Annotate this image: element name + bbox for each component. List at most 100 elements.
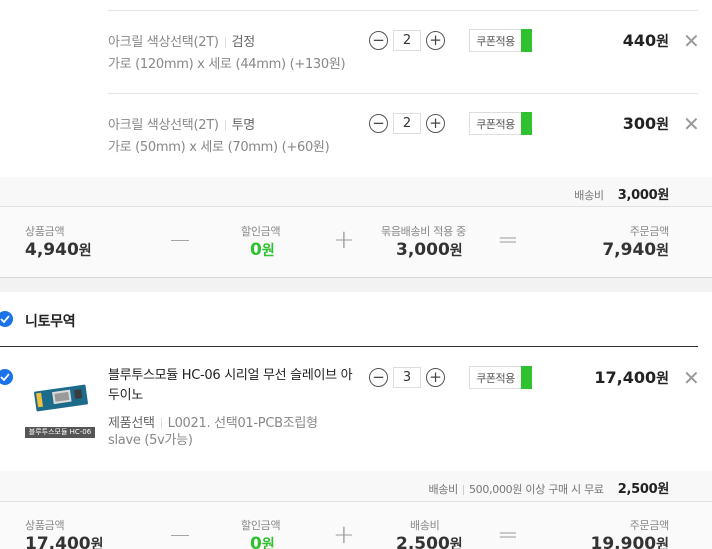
shipping-amount: 3,000원 <box>617 188 670 203</box>
discount-label: 할인금액 <box>241 519 281 532</box>
discount-amount: 0 <box>250 534 262 549</box>
thumbnail-caption: 블루투스모듈 HC-06 <box>25 427 95 438</box>
option-separator <box>224 37 226 48</box>
plus-button[interactable]: + <box>426 31 445 50</box>
quantity-input[interactable]: 2 <box>393 30 421 51</box>
minus-button[interactable]: − <box>369 31 388 50</box>
seller-checkbox[interactable] <box>0 311 13 327</box>
price-unit: 원 <box>656 371 669 387</box>
currency-unit: 원 <box>449 537 463 549</box>
section-gap <box>0 278 712 292</box>
price-value: 300 <box>622 114 657 133</box>
product-thumbnail[interactable]: 블루투스모듈 HC-06 <box>25 368 95 440</box>
coupon-indicator <box>521 29 532 52</box>
item-checkbox[interactable] <box>0 369 13 385</box>
price-unit: 원 <box>656 34 669 50</box>
product-total-amount: 17,400 <box>25 534 91 549</box>
quantity-stepper: − 2 + <box>369 113 445 134</box>
shipping-total-label: 배송비 <box>410 519 440 532</box>
coupon-indicator <box>521 112 532 135</box>
currency-unit: 원 <box>449 243 463 259</box>
seller-name: 니토무역 <box>25 314 76 330</box>
discount-amount: 0 <box>250 240 262 260</box>
option-detail: 가로 (120mm) x 세로 (44mm) (+130원) <box>108 57 346 72</box>
quantity-stepper: − 3 + <box>369 367 445 388</box>
quantity-stepper: − 2 + <box>369 30 445 51</box>
checkmark-icon <box>0 315 10 323</box>
option-detail: 가로 (50mm) x 세로 (70mm) (+60원) <box>108 140 330 155</box>
coupon-indicator <box>521 366 532 389</box>
coupon-label: 쿠폰적용 <box>469 366 521 389</box>
currency-unit: 원 <box>78 243 92 259</box>
coupon-label: 쿠폰적용 <box>469 29 521 52</box>
product-total-label: 상품금액 <box>25 225 65 238</box>
plus-button[interactable]: + <box>426 114 445 133</box>
cart-page: 아크릴 색상선택(2T) 검정 가로 (120mm) x 세로 (44mm) (+… <box>0 0 712 549</box>
equal-operator-icon: = <box>497 520 519 549</box>
minus-operator-icon: — <box>170 227 190 251</box>
shipping-total-amount: 3,000 <box>396 240 450 260</box>
option-name: 아크릴 색상선택(2T) 검정 <box>108 31 255 50</box>
coupon-label: 쿠폰적용 <box>469 112 521 135</box>
coupon-button[interactable]: 쿠폰적용 <box>469 29 532 52</box>
close-icon[interactable]: ✕ <box>683 114 700 134</box>
currency-unit: 원 <box>261 243 275 259</box>
price-value: 440 <box>622 31 657 50</box>
coupon-button[interactable]: 쿠폰적용 <box>469 112 532 135</box>
product-total-amount: 4,940 <box>25 240 79 260</box>
option-separator <box>224 120 226 131</box>
coupon-button[interactable]: 쿠폰적용 <box>469 366 532 389</box>
item-price: 17,400원 <box>594 368 669 388</box>
minus-button[interactable]: − <box>369 114 388 133</box>
plus-operator-icon: + <box>333 520 355 549</box>
shipping-label: 배송비 <box>428 483 459 496</box>
option-separator <box>160 418 162 429</box>
shipping-fee-row: 배송비 500,000원 이상 구매 시 무료 2,500원 <box>428 478 670 497</box>
order-total-amount: 19,900 <box>590 534 657 549</box>
plus-button[interactable]: + <box>426 368 445 387</box>
shipping-amount: 2,500원 <box>617 482 670 497</box>
option-value: 검정 <box>231 35 256 50</box>
product-title[interactable]: 블루투스모듈 HC-06 시리얼 무선 슬레이브 아두이노 <box>108 366 354 406</box>
shipping-label: 배송비 <box>574 189 604 202</box>
bluetooth-module-image <box>25 368 95 426</box>
row-divider <box>108 93 698 94</box>
currency-unit: 원 <box>656 243 669 259</box>
order-total-value: 19,900원 <box>591 534 670 549</box>
plus-operator-icon: + <box>333 225 355 255</box>
option-label: 아크릴 색상선택(2T) <box>108 35 219 50</box>
price-value: 17,400 <box>594 368 657 387</box>
seller-divider <box>0 346 698 347</box>
quantity-input[interactable]: 2 <box>393 113 421 134</box>
currency-unit: 원 <box>656 537 669 549</box>
currency-unit: 원 <box>261 537 275 549</box>
equal-operator-icon: = <box>497 225 519 255</box>
discount-value: 0원 <box>250 534 275 549</box>
checkmark-icon <box>0 373 10 381</box>
option-name: 제품선택 L0021. 선택01-PCB조립형 slave (5v가능) <box>108 415 348 449</box>
item-price: 440원 <box>623 31 669 51</box>
order-total-label: 주문금액 <box>629 225 670 238</box>
minus-operator-icon: — <box>170 522 190 546</box>
shipping-fee-row: 배송비 3,000원 <box>574 184 669 203</box>
order-total-amount: 7,940 <box>602 240 657 260</box>
product-total-value: 4,940원 <box>25 240 92 260</box>
order-total-label: 주문금액 <box>629 519 670 532</box>
close-icon[interactable]: ✕ <box>683 31 700 51</box>
quantity-input[interactable]: 3 <box>393 367 421 388</box>
free-shipping-note: 500,000원 이상 구매 시 무료 <box>468 483 604 496</box>
option-label: 아크릴 색상선택(2T) <box>108 118 219 133</box>
shipping-total-amount: 2,500 <box>396 534 450 549</box>
shipping-separator <box>462 485 464 495</box>
option-label: 제품선택 <box>108 416 155 431</box>
shipping-total-value: 2,500원 <box>396 534 463 549</box>
discount-value: 0원 <box>250 240 275 260</box>
minus-button[interactable]: − <box>369 368 388 387</box>
item-price: 300원 <box>623 114 669 134</box>
bundle-shipping-value: 3,000원 <box>396 240 463 260</box>
product-total-value: 17,400원 <box>25 534 104 549</box>
currency-unit: 원 <box>90 537 104 549</box>
option-value: 투명 <box>231 118 256 133</box>
close-icon[interactable]: ✕ <box>683 368 700 388</box>
product-total-label: 상품금액 <box>25 519 65 532</box>
